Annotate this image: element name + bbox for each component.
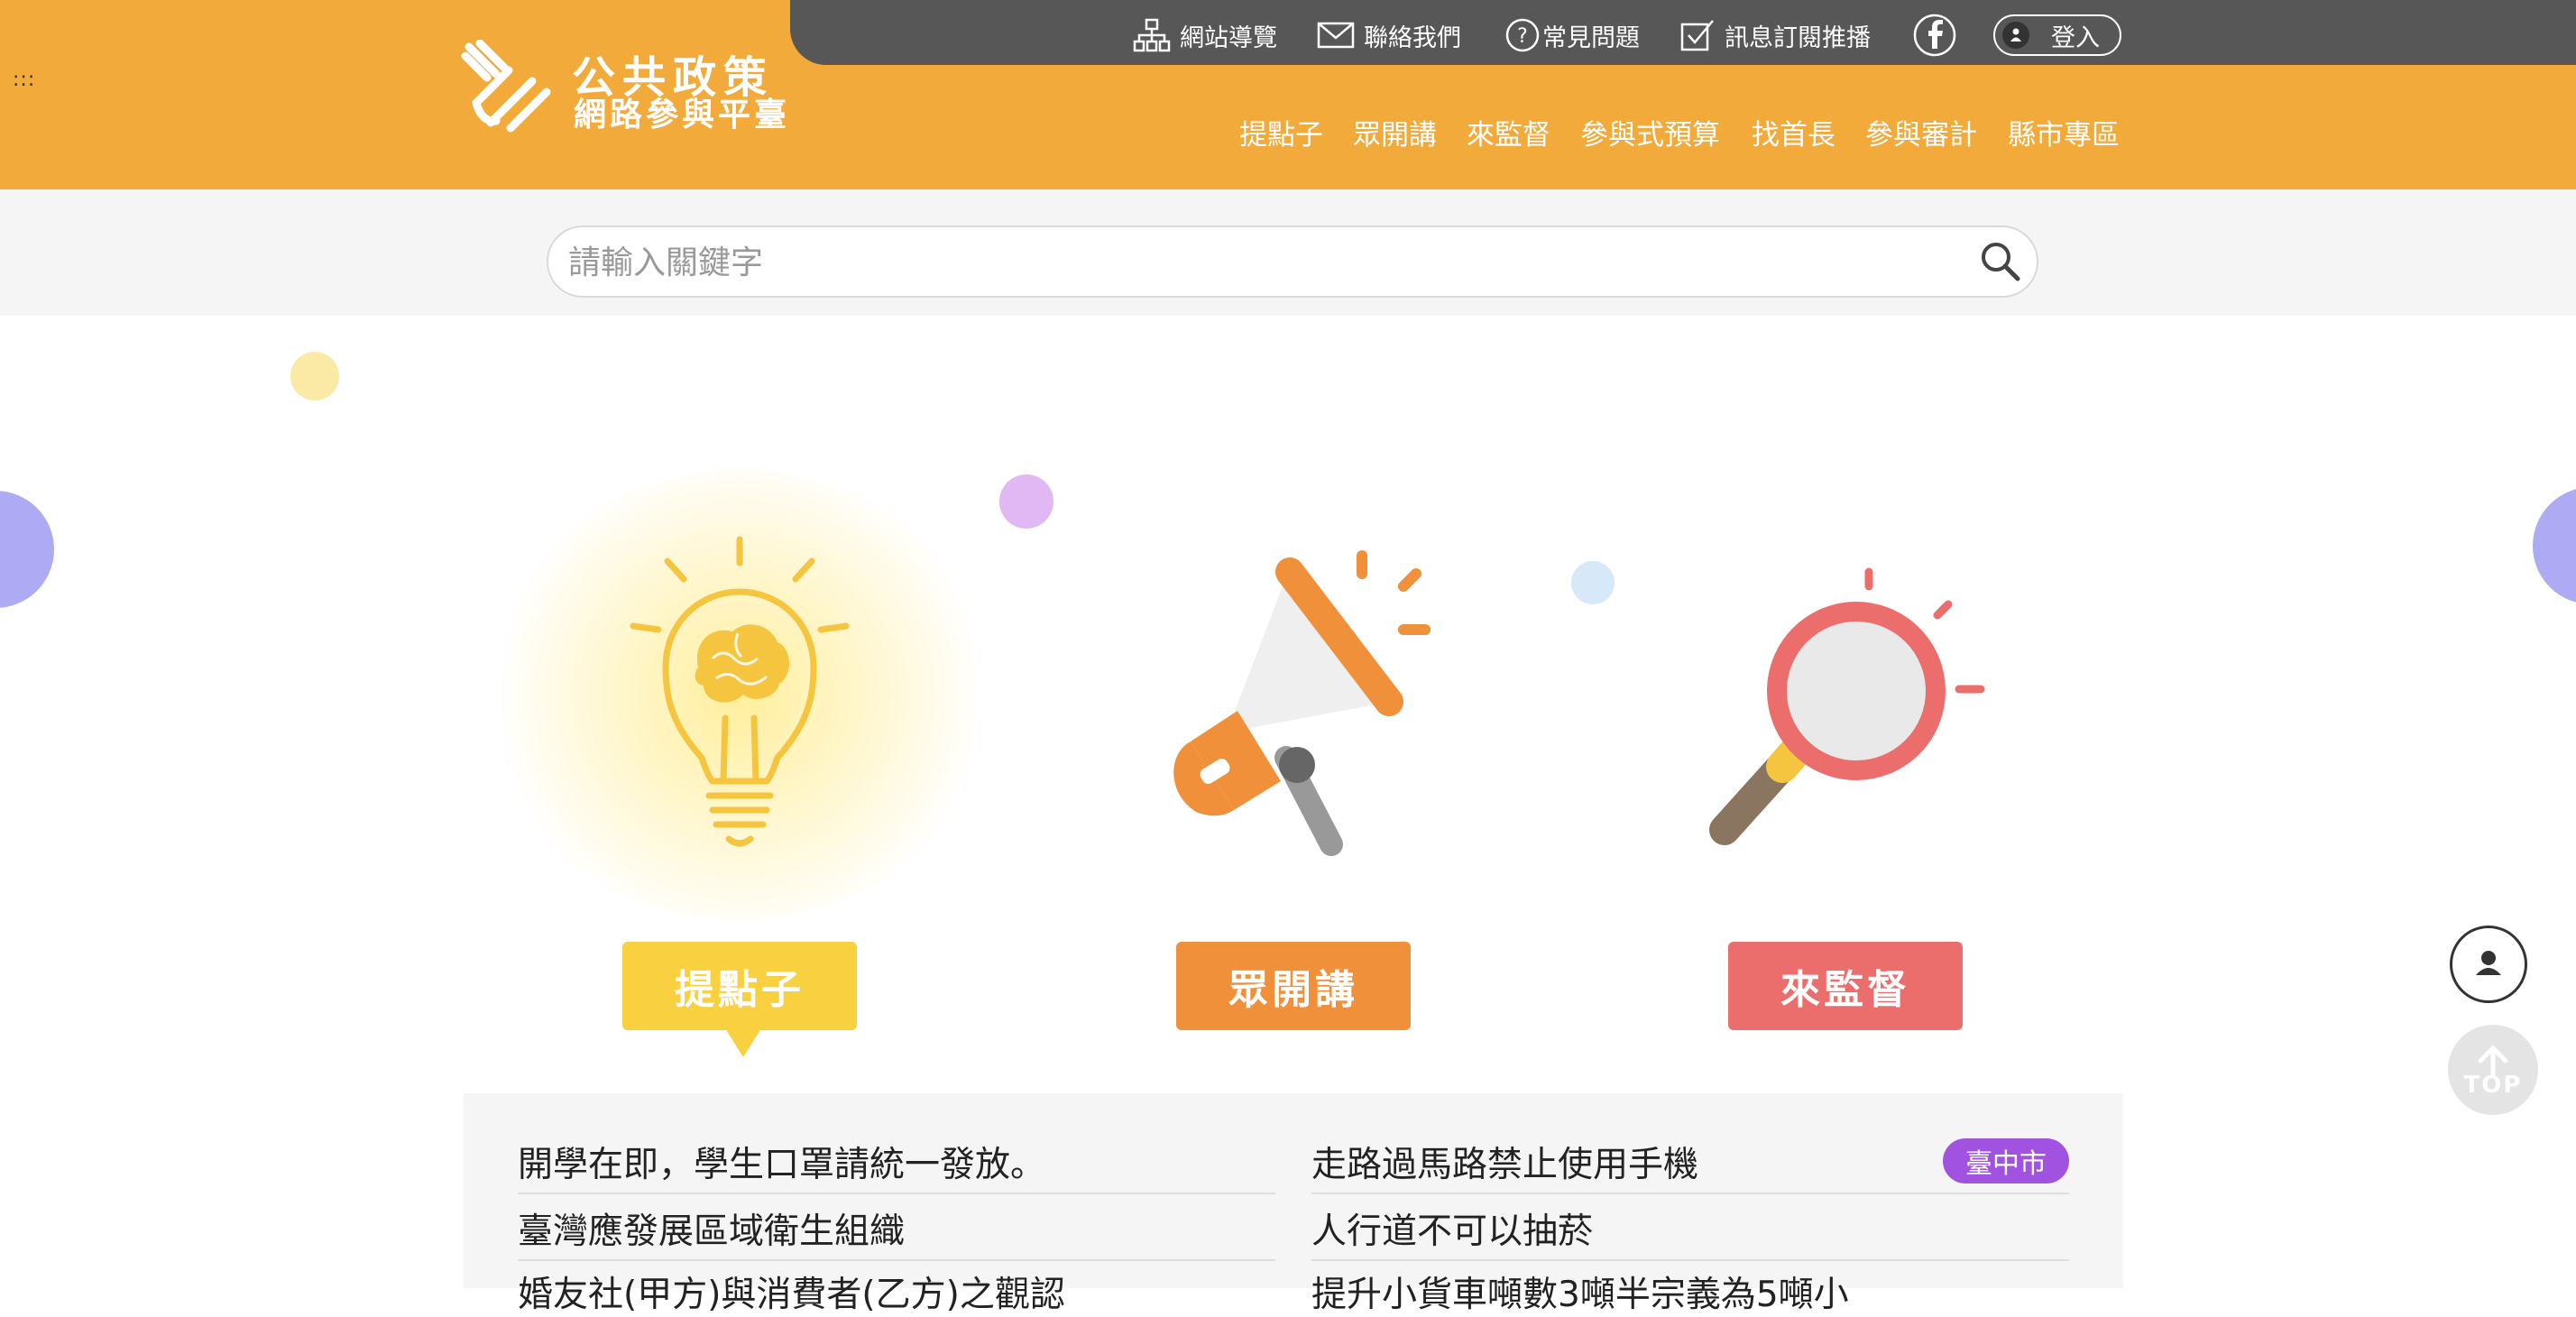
login-button[interactable]: 登入 bbox=[1993, 14, 2121, 56]
mail-icon bbox=[1317, 22, 1355, 49]
list-item[interactable]: 人行道不可以抽菸 bbox=[1311, 1203, 1593, 1254]
util-contact-link[interactable]: 聯絡我們 bbox=[1317, 13, 1461, 58]
util-sitemap-link[interactable]: 網站導覽 bbox=[1133, 13, 1277, 58]
divider bbox=[1311, 1259, 2069, 1261]
nav-item-ideas[interactable]: 提點子 bbox=[1239, 112, 1323, 152]
sitemap-icon bbox=[1133, 18, 1171, 52]
util-label: 訊息訂閱推播 bbox=[1725, 23, 1871, 52]
logo-subtitle: 網路參與平臺 bbox=[574, 97, 791, 134]
list-item[interactable]: 開學在即，學生口罩請統一發放。 bbox=[518, 1137, 1045, 1187]
decor-dot bbox=[1571, 561, 1615, 604]
nav-item-cities[interactable]: 縣市專區 bbox=[2008, 112, 2120, 152]
back-to-top-label: TOP bbox=[2463, 1072, 2523, 1099]
logo-mark-icon bbox=[461, 39, 551, 133]
member-button[interactable] bbox=[2450, 926, 2527, 1003]
city-badge: 臺中市 bbox=[1943, 1138, 2069, 1183]
checkbox-icon bbox=[1680, 20, 1714, 51]
arrow-up-icon bbox=[2478, 1045, 2508, 1076]
nav-item-supervise[interactable]: 來監督 bbox=[1467, 112, 1550, 152]
util-faq-link[interactable]: ? 常見問題 bbox=[1504, 13, 1640, 58]
nav-item-budget[interactable]: 參與式預算 bbox=[1580, 112, 1720, 152]
decor-dot bbox=[0, 491, 54, 608]
util-facebook-link[interactable] bbox=[1912, 13, 1966, 58]
active-indicator bbox=[725, 1028, 761, 1057]
facebook-icon bbox=[1913, 14, 1956, 57]
question-icon: ? bbox=[1505, 18, 1540, 52]
svg-text:?: ? bbox=[1517, 25, 1528, 48]
discuss-button[interactable]: 眾開講 bbox=[1176, 942, 1411, 1030]
decor-dot bbox=[999, 474, 1053, 529]
user-icon bbox=[2476, 951, 2501, 975]
nav-item-officials[interactable]: 找首長 bbox=[1752, 112, 1835, 152]
login-label: 登入 bbox=[2051, 23, 2100, 52]
list-item[interactable]: 走路過馬路禁止使用手機 bbox=[1311, 1137, 1698, 1187]
search-input[interactable] bbox=[566, 236, 1959, 289]
list-item[interactable]: 臺灣應發展區域衛生組織 bbox=[518, 1203, 905, 1254]
util-label: 網站導覽 bbox=[1180, 23, 1277, 52]
util-label: 常見問題 bbox=[1542, 23, 1640, 52]
divider bbox=[518, 1259, 1275, 1261]
nav-item-discuss[interactable]: 眾開講 bbox=[1353, 112, 1437, 152]
decor-dot bbox=[2533, 487, 2576, 604]
supervise-button[interactable]: 來監督 bbox=[1728, 942, 1963, 1030]
magnifier-icon[interactable] bbox=[1705, 559, 1993, 852]
util-subscribe-link[interactable]: 訊息訂閱推播 bbox=[1679, 13, 1871, 58]
skip-link[interactable]: ::: bbox=[13, 69, 35, 91]
user-icon bbox=[2002, 22, 2029, 49]
back-to-top-button[interactable] bbox=[2448, 1025, 2538, 1115]
list-item[interactable]: 婚友社(甲方)與消費者(乙方)之觀認 bbox=[518, 1266, 1065, 1317]
util-label: 聯絡我們 bbox=[1364, 23, 1461, 52]
divider bbox=[1311, 1193, 2069, 1194]
nav-item-audit[interactable]: 參與審計 bbox=[1865, 112, 1977, 152]
search-icon[interactable] bbox=[1979, 240, 2022, 287]
decor-dot bbox=[290, 352, 339, 401]
list-item[interactable]: 提升小貨車噸數3噸半宗義為5噸小 bbox=[1311, 1266, 1849, 1317]
lightbulb-icon[interactable] bbox=[622, 532, 857, 861]
megaphone-icon[interactable] bbox=[1155, 541, 1443, 861]
divider bbox=[518, 1193, 1275, 1194]
search-box bbox=[547, 226, 2038, 298]
ideas-button[interactable]: 提點子 bbox=[622, 942, 857, 1030]
